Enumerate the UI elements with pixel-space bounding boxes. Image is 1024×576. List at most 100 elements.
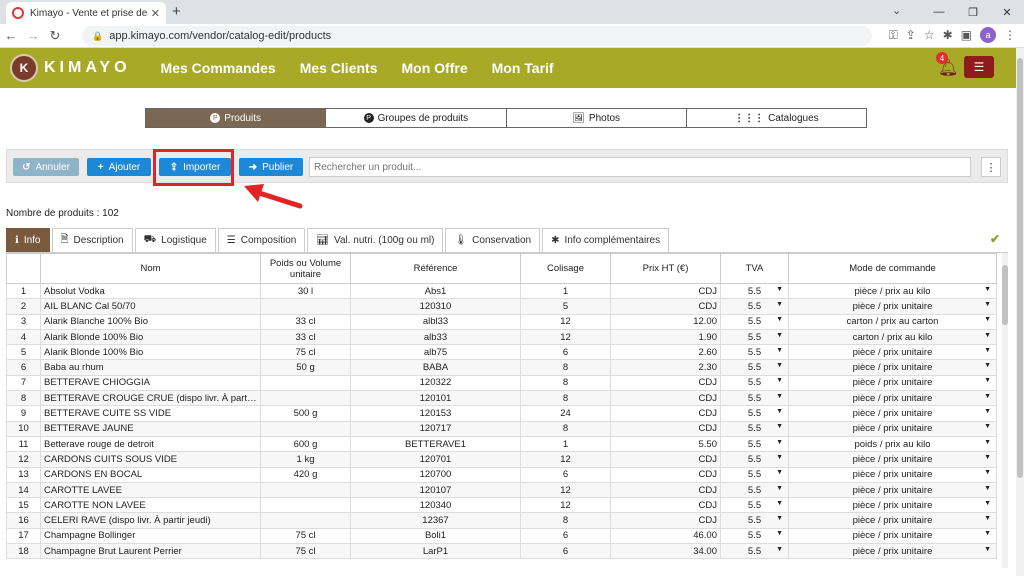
- new-tab-icon[interactable]: +: [172, 3, 181, 20]
- table-row[interactable]: 10 BETTERAVE JAUNE 120717 8 CDJ 5.5 ▼ pièce / p…: [6, 420, 997, 437]
- cell-poids[interactable]: 500 g: [260, 405, 351, 422]
- menu-mes-clients[interactable]: Mes Clients: [300, 60, 378, 76]
- publish-button[interactable]: ➜ Publier: [239, 158, 303, 176]
- cell-mode[interactable]: pièce / prix unitaire ▼: [788, 466, 997, 483]
- cell-reference[interactable]: 120717: [350, 420, 521, 437]
- subtab-conservation[interactable]: 🌡︎ Conservation: [445, 228, 541, 252]
- cell-reference[interactable]: 120340: [350, 497, 521, 514]
- cell-colisage[interactable]: 6: [520, 527, 611, 545]
- cell-colisage[interactable]: 24: [520, 405, 611, 422]
- cell-tva[interactable]: 5.5 ▼: [720, 344, 789, 361]
- minimize-icon[interactable]: —: [922, 0, 956, 24]
- browser-tab[interactable]: Kimayo - Vente et prise de comm ✕: [6, 2, 166, 24]
- page-scrollbar[interactable]: [1016, 48, 1024, 576]
- dropdown-caret-icon[interactable]: ▼: [984, 469, 991, 476]
- cell-mode[interactable]: pièce / prix unitaire ▼: [788, 390, 997, 407]
- cell-tva[interactable]: 5.5 ▼: [720, 298, 789, 315]
- cell-mode[interactable]: pièce / prix unitaire ▼: [788, 344, 997, 361]
- table-row[interactable]: 6 Baba au rhum 50 g BABA 8 2.30 5.5 ▼ pièce / pr…: [6, 359, 997, 376]
- cell-mode[interactable]: pièce / prix unitaire ▼: [788, 405, 997, 422]
- cell-poids[interactable]: [260, 390, 351, 407]
- cell-reference[interactable]: 120101: [350, 390, 521, 407]
- cell-poids[interactable]: [260, 420, 351, 437]
- cell-prix[interactable]: CDJ: [610, 298, 721, 315]
- cell-reference[interactable]: albl33: [350, 313, 521, 330]
- dropdown-caret-icon[interactable]: ▼: [776, 408, 783, 415]
- dropdown-caret-icon[interactable]: ▼: [776, 332, 783, 339]
- dropdown-caret-icon[interactable]: ▼: [984, 286, 991, 293]
- cell-mode[interactable]: pièce / prix unitaire ▼: [788, 420, 997, 437]
- menu-mes-commandes[interactable]: Mes Commandes: [161, 60, 276, 76]
- tab-produits[interactable]: P Produits: [146, 109, 327, 127]
- cell-mode[interactable]: pièce / prix unitaire ▼: [788, 298, 997, 315]
- cell-tva[interactable]: 5.5 ▼: [720, 420, 789, 437]
- close-tab-icon[interactable]: ✕: [151, 7, 160, 20]
- dropdown-caret-icon[interactable]: ▼: [984, 316, 991, 323]
- dropdown-caret-icon[interactable]: ▼: [776, 347, 783, 354]
- dropdown-caret-icon[interactable]: ▼: [776, 316, 783, 323]
- cell-poids[interactable]: 30 l: [260, 282, 351, 300]
- dropdown-caret-icon[interactable]: ▼: [984, 393, 991, 400]
- table-row[interactable]: 9 BETTERAVE CUITE SS VIDE 500 g 120153 24 CDJ…: [6, 405, 997, 422]
- hamburger-menu-icon[interactable]: ☰: [964, 56, 994, 78]
- cell-prix[interactable]: 2.60: [610, 344, 721, 361]
- dropdown-caret-icon[interactable]: ▼: [776, 454, 783, 461]
- cell-prix[interactable]: 12.00: [610, 313, 721, 330]
- cell-nom[interactable]: Champagne Bollinger: [40, 527, 261, 545]
- cell-reference[interactable]: 120310: [350, 298, 521, 315]
- dropdown-caret-icon[interactable]: ▼: [776, 546, 783, 553]
- table-row[interactable]: 15 CAROTTE NON LAVEE 120340 12 CDJ 5.5 ▼ pièce …: [6, 497, 997, 514]
- table-row[interactable]: 12 CARDONS CUITS SOUS VIDE 1 kg 120701 12 CDJ…: [6, 451, 997, 468]
- dropdown-caret-icon[interactable]: ▼: [776, 301, 783, 308]
- cell-prix[interactable]: CDJ: [610, 390, 721, 407]
- dropdown-caret-icon[interactable]: ▼: [776, 439, 783, 446]
- dropdown-caret-icon[interactable]: ▼: [984, 408, 991, 415]
- cell-nom[interactable]: CARDONS EN BOCAL: [40, 466, 261, 483]
- cell-prix[interactable]: CDJ: [610, 405, 721, 422]
- cell-tva[interactable]: 5.5 ▼: [720, 543, 789, 560]
- cell-poids[interactable]: 75 cl: [260, 543, 351, 560]
- cell-tva[interactable]: 5.5 ▼: [720, 282, 789, 300]
- profile-avatar[interactable]: a: [980, 27, 996, 43]
- cell-mode[interactable]: carton / prix au carton ▼: [788, 313, 997, 330]
- cell-poids[interactable]: [260, 374, 351, 392]
- cell-mode[interactable]: pièce / prix unitaire ▼: [788, 497, 997, 514]
- cell-colisage[interactable]: 8: [520, 374, 611, 392]
- cell-prix[interactable]: 34.00: [610, 543, 721, 560]
- cell-reference[interactable]: Boli1: [350, 527, 521, 545]
- dropdown-caret-icon[interactable]: ▼: [776, 500, 783, 507]
- cell-colisage[interactable]: 12: [520, 481, 611, 499]
- cell-mode[interactable]: pièce / prix unitaire ▼: [788, 481, 997, 499]
- cell-reference[interactable]: 120701: [350, 451, 521, 468]
- cell-poids[interactable]: 75 cl: [260, 344, 351, 361]
- cell-colisage[interactable]: 12: [520, 313, 611, 330]
- dropdown-caret-icon[interactable]: ▼: [776, 530, 783, 537]
- cell-poids[interactable]: 420 g: [260, 466, 351, 483]
- bookmark-star-icon[interactable]: ☆: [924, 28, 935, 42]
- cell-colisage[interactable]: 8: [520, 390, 611, 407]
- cell-tva[interactable]: 5.5 ▼: [720, 313, 789, 330]
- cell-prix[interactable]: 46.00: [610, 527, 721, 545]
- cell-poids[interactable]: 50 g: [260, 359, 351, 376]
- table-row[interactable]: 18 Champagne Brut Laurent Perrier 75 cl Lar…: [6, 543, 997, 560]
- table-row[interactable]: 16 CELERI RAVE (dispo livr. À partir jeud…: [6, 512, 997, 529]
- cell-poids[interactable]: 600 g: [260, 435, 351, 453]
- cell-prix[interactable]: CDJ: [610, 374, 721, 392]
- tab-catalogues[interactable]: ⋮⋮⋮ Catalogues: [687, 109, 866, 127]
- dropdown-caret-icon[interactable]: ▼: [984, 439, 991, 446]
- cell-nom[interactable]: BETTERAVE CUITE SS VIDE: [40, 405, 261, 422]
- cell-nom[interactable]: CAROTTE NON LAVEE: [40, 497, 261, 514]
- product-search-input[interactable]: [309, 157, 971, 177]
- tab-photos[interactable]: 🖼︎ Photos: [507, 109, 687, 127]
- dropdown-caret-icon[interactable]: ▼: [984, 515, 991, 522]
- col-header-tva[interactable]: TVA: [720, 253, 789, 284]
- cell-mode[interactable]: pièce / prix unitaire ▼: [788, 543, 997, 560]
- cell-prix[interactable]: CDJ: [610, 466, 721, 483]
- cell-tva[interactable]: 5.5 ▼: [720, 497, 789, 514]
- dropdown-caret-icon[interactable]: ▼: [984, 301, 991, 308]
- cell-mode[interactable]: poids / prix au kilo ▼: [788, 435, 997, 453]
- back-icon[interactable]: ←: [0, 28, 22, 43]
- extensions-icon[interactable]: ✱: [943, 28, 953, 42]
- cell-colisage[interactable]: 6: [520, 466, 611, 483]
- table-row[interactable]: 17 Champagne Bollinger 75 cl Boli1 6 46.00 5.5…: [6, 527, 997, 545]
